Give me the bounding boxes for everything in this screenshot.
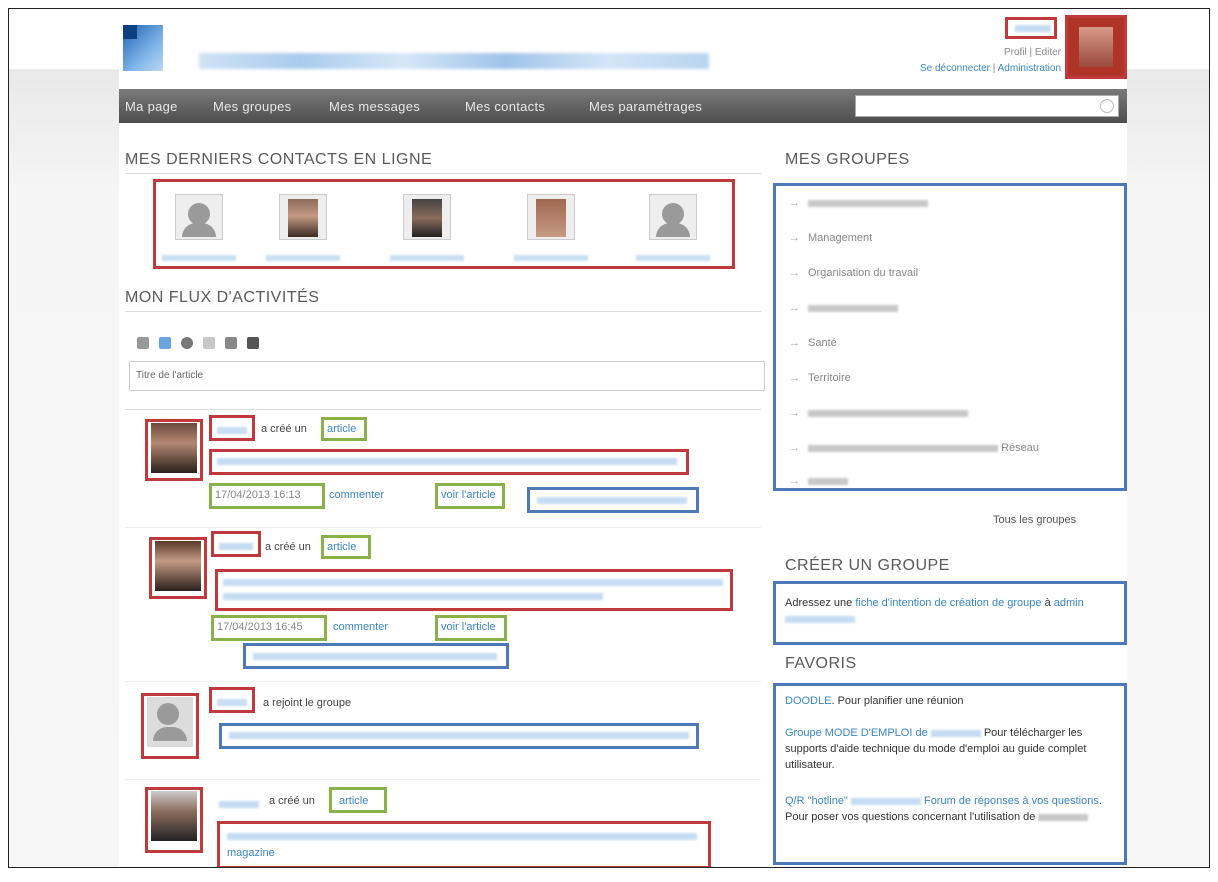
all-groups-link[interactable]: Tous les groupes <box>993 514 1076 526</box>
article-title-placeholder: Titre de l'article <box>136 370 204 381</box>
user-links: Profil | Editer Se déconnecter | Adminis… <box>920 45 1061 77</box>
divider <box>125 527 761 528</box>
author-blurred[interactable] <box>219 801 259 808</box>
group-item[interactable]: → Santé <box>789 337 837 349</box>
group-item[interactable]: → Territoire <box>789 372 851 384</box>
admin-email-link[interactable]: admin <box>1054 597 1084 609</box>
group-item[interactable]: → <box>789 475 848 487</box>
divider <box>125 681 761 682</box>
activity-object-link[interactable]: article <box>327 423 356 435</box>
search-icon[interactable] <box>1100 99 1114 113</box>
link-separator: | <box>992 63 996 74</box>
view-article-link[interactable]: voir l'article <box>441 489 496 501</box>
profile-edit-links[interactable]: Profil | Editer <box>920 45 1061 61</box>
group-blurred[interactable] <box>229 732 689 739</box>
nav-mes-messages[interactable]: Mes messages <box>329 99 420 114</box>
nav-ma-page[interactable]: Ma page <box>125 99 178 114</box>
favori-1: DOODLE. Pour planifier une réunion <box>785 695 964 707</box>
screenshot-frame: Profil | Editer Se déconnecter | Adminis… <box>8 8 1210 868</box>
logout-link[interactable]: Se déconnecter <box>920 63 990 74</box>
video-icon[interactable] <box>247 337 259 349</box>
calendar-icon[interactable] <box>225 337 237 349</box>
pdf-icon[interactable] <box>203 337 215 349</box>
activity-verb: a créé un <box>261 423 307 435</box>
author-blurred[interactable] <box>217 699 247 706</box>
create-group-heading: CRÉER UN GROUPE <box>785 557 950 574</box>
username-blurred[interactable] <box>1015 25 1051 32</box>
highlight-avatar <box>141 693 199 759</box>
site-logo[interactable] <box>123 25 163 71</box>
comment-link[interactable]: commenter <box>329 489 384 501</box>
article-title-blurred[interactable] <box>223 579 723 586</box>
activity-object-link[interactable]: article <box>327 541 356 553</box>
nav-mes-groupes[interactable]: Mes groupes <box>213 99 291 114</box>
activity-date: 17/04/2013 16:45 <box>217 621 303 633</box>
activity-verb: a créé un <box>265 541 311 553</box>
hotline-link[interactable]: Q/R "hotline" <box>785 795 848 807</box>
contacts-heading: MES DERNIERS CONTACTS EN LIGNE <box>125 151 433 168</box>
search-input[interactable] <box>855 95 1119 117</box>
main-navbar: Ma page Mes groupes Mes messages Mes con… <box>119 89 1127 123</box>
divider <box>125 409 761 410</box>
divider <box>125 779 761 780</box>
nav-mes-contacts[interactable]: Mes contacts <box>465 99 545 114</box>
site-title-blurred <box>199 53 709 69</box>
doodle-link[interactable]: DOODLE <box>785 695 831 707</box>
highlight-avatar <box>149 537 207 599</box>
author-blurred[interactable] <box>219 543 253 550</box>
group-blurred[interactable] <box>253 653 497 660</box>
activity-heading: MON FLUX D'ACTIVITÉS <box>125 289 320 306</box>
group-item[interactable]: → <box>789 302 898 314</box>
activity-date: 17/04/2013 16:13 <box>215 489 301 501</box>
divider <box>125 311 761 312</box>
admin-link[interactable]: Administration <box>998 63 1061 74</box>
highlight-contacts <box>153 179 735 269</box>
comment-link[interactable]: commenter <box>333 621 388 633</box>
highlight-avatar <box>145 419 203 481</box>
highlight-article-title <box>217 821 711 867</box>
activity-verb: a créé un <box>269 795 315 807</box>
forum-link[interactable]: Forum de réponses à vos questions <box>924 795 1099 807</box>
nav-mes-parametrages[interactable]: Mes paramétrages <box>589 99 702 114</box>
group-item[interactable]: → Management <box>789 232 872 244</box>
favori-2: Groupe MODE D'EMPLOI de Pour télécharger… <box>785 727 1087 771</box>
globe-icon[interactable] <box>181 337 193 349</box>
document-icon[interactable] <box>159 337 171 349</box>
favori-3: Q/R "hotline" Forum de réponses à vos qu… <box>785 795 1102 823</box>
article-title-blurred[interactable] <box>223 593 603 600</box>
article-title-blurred[interactable] <box>227 833 697 840</box>
mode-emploi-link[interactable]: Groupe MODE D'EMPLOI de <box>785 727 928 739</box>
group-blurred[interactable] <box>537 497 687 504</box>
view-article-link[interactable]: voir l'article <box>441 621 496 633</box>
groups-heading: MES GROUPES <box>785 151 910 168</box>
highlight-favoris <box>773 683 1127 865</box>
highlight-user-avatar <box>1065 15 1127 79</box>
article-title-blurred[interactable] <box>217 458 677 465</box>
intention-form-link[interactable]: fiche d'intention de création de groupe <box>855 597 1041 609</box>
group-item[interactable]: → Organisation du travail <box>789 267 918 279</box>
favoris-heading: FAVORIS <box>785 655 857 672</box>
activity-verb: a rejoint le groupe <box>263 697 352 709</box>
group-item[interactable]: → <box>789 197 928 209</box>
group-item[interactable]: → Réseau <box>789 442 1039 454</box>
author-blurred[interactable] <box>217 427 247 434</box>
article-title-input[interactable]: Titre de l'article <box>129 361 765 391</box>
group-item[interactable]: → <box>789 407 968 419</box>
print-icon[interactable] <box>137 337 149 349</box>
divider <box>125 173 761 174</box>
article-title-tail[interactable]: magazine <box>227 847 275 859</box>
highlight-article-title <box>215 569 733 611</box>
highlight-avatar <box>145 787 203 853</box>
activity-object-link[interactable]: article <box>339 795 368 807</box>
page-container: Profil | Editer Se déconnecter | Adminis… <box>119 9 1127 867</box>
create-group-text: Adressez une fiche d'intention de créati… <box>785 595 1115 627</box>
